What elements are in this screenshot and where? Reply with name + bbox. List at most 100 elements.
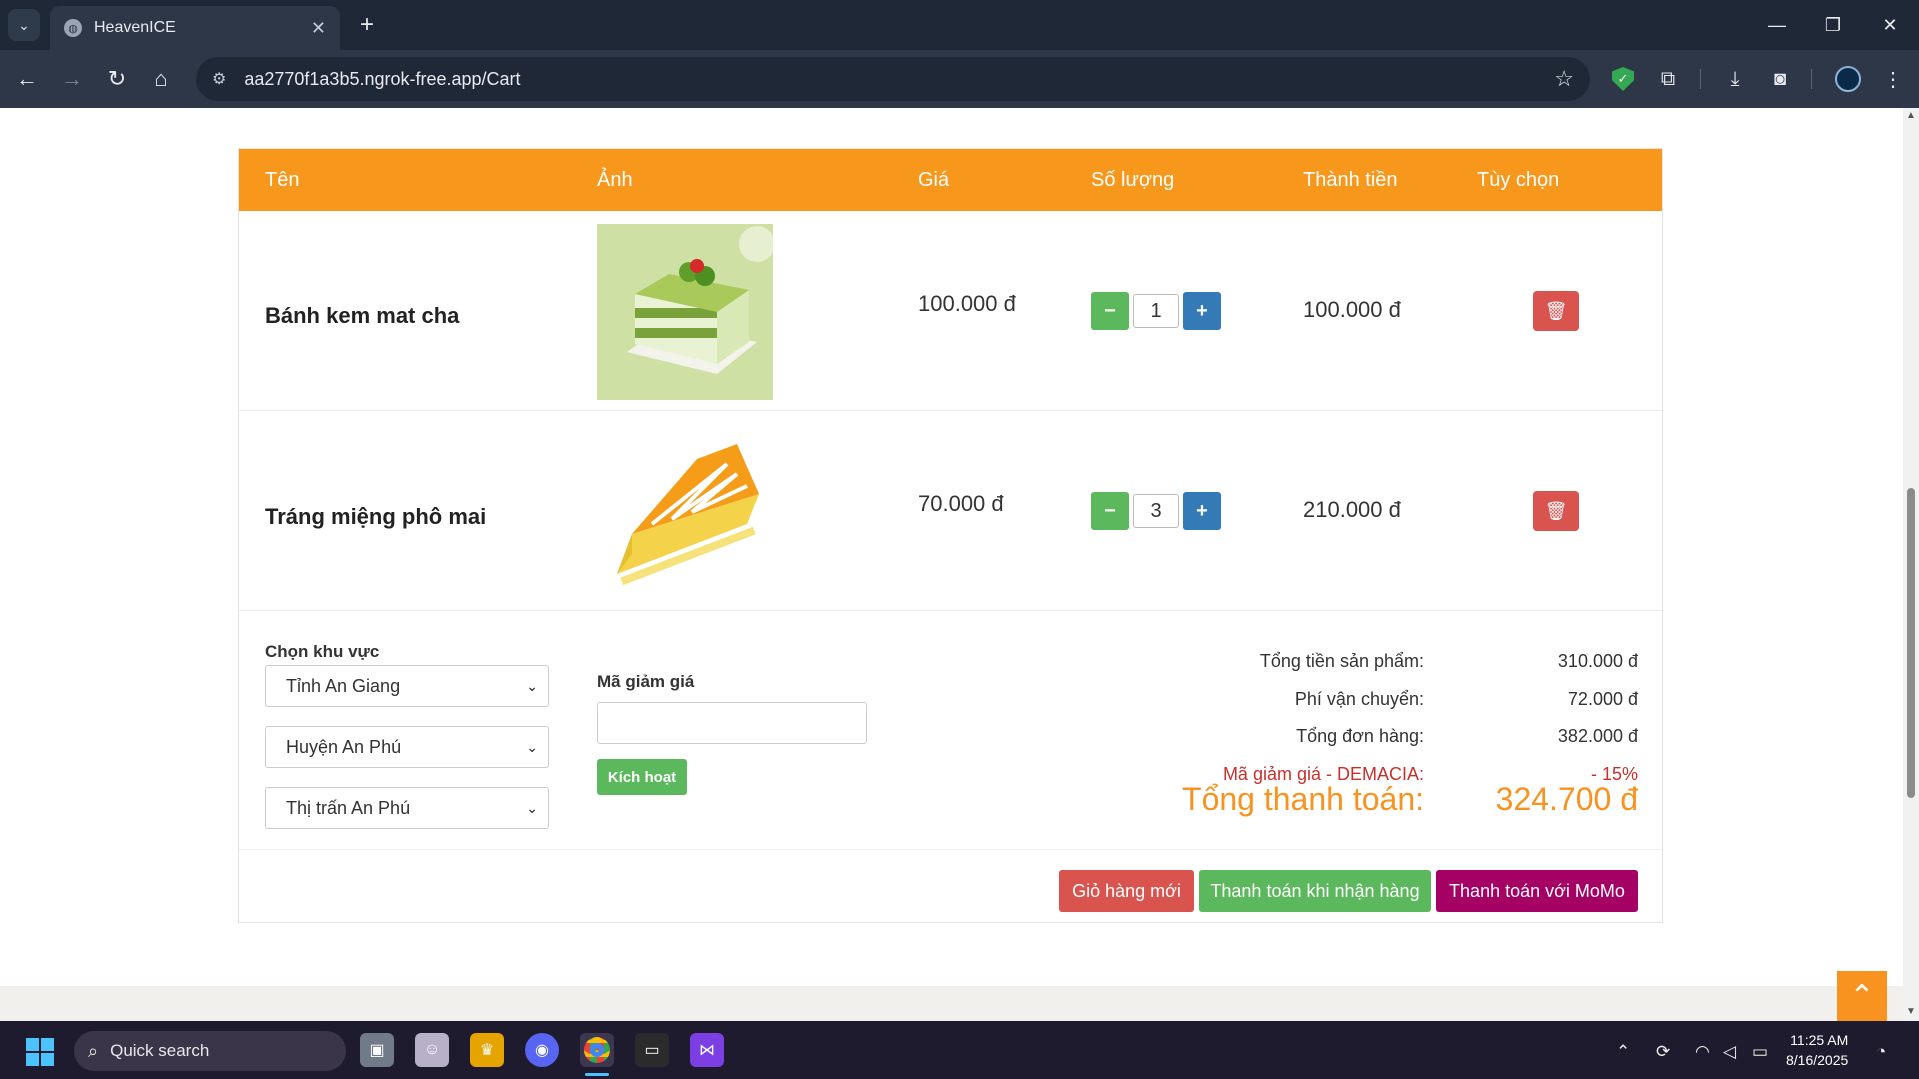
- globe-icon: ◍: [64, 19, 82, 37]
- grand-total-value: 324.700 đ: [1495, 781, 1638, 817]
- quantity-input[interactable]: 3: [1133, 494, 1179, 528]
- discord-icon[interactable]: ◉: [525, 1033, 559, 1067]
- province-selected-value: Tỉnh An Giang: [286, 675, 401, 696]
- clock-date: 8/16/2025: [1786, 1052, 1849, 1068]
- product-subtotal: 100.000 đ: [1303, 297, 1401, 322]
- cash-on-delivery-button[interactable]: Thanh toán khi nhận hàng: [1199, 870, 1431, 912]
- product-name: Tráng miệng phô mai: [265, 504, 487, 529]
- increase-quantity-button[interactable]: +: [1183, 292, 1221, 330]
- divider: [239, 849, 1662, 850]
- product-subtotal: 210.000 đ: [1303, 497, 1401, 522]
- voucher-label: Mã giảm giá: [597, 672, 695, 691]
- column-header-quantity: Số lượng: [1091, 169, 1175, 191]
- system-clock[interactable]: 11:25 AM 8/16/2025: [1786, 1030, 1848, 1070]
- close-tab-icon[interactable]: ✕: [311, 18, 326, 39]
- column-header-image: Ảnh: [597, 169, 633, 191]
- toolbar-divider: [1700, 69, 1701, 89]
- voucher-code-input[interactable]: [597, 702, 867, 744]
- back-to-top-button[interactable]: ⌃: [1837, 971, 1887, 1021]
- toolbar-divider: [1811, 69, 1812, 89]
- tab-title: HeavenICE: [94, 19, 176, 36]
- column-header-price: Giá: [918, 169, 950, 191]
- district-select[interactable]: Huyện An Phú ⌄: [265, 726, 549, 768]
- scrollbar-thumb[interactable]: [1907, 488, 1915, 798]
- address-bar[interactable]: ⚙ aa2770f1a3b5.ngrok-free.app/Cart ☆: [196, 57, 1590, 101]
- home-icon[interactable]: ⌂: [146, 64, 176, 94]
- download-icon[interactable]: ⤓: [1720, 64, 1750, 94]
- windows-start-icon[interactable]: [26, 1038, 54, 1066]
- reload-icon[interactable]: ↻: [102, 64, 132, 94]
- cart-header-row: Tên Ảnh Giá Số lượng Thành tiền Tùy chọn: [239, 149, 1662, 211]
- province-select[interactable]: Tỉnh An Giang ⌄: [265, 665, 549, 707]
- restore-icon[interactable]: ❐: [1818, 10, 1848, 40]
- active-app-indicator: [585, 1073, 609, 1076]
- volume-icon[interactable]: ◁: [1723, 1042, 1736, 1062]
- activate-voucher-button[interactable]: Kích hoạt: [597, 759, 687, 795]
- chevron-down-icon: ⌄: [526, 799, 538, 816]
- shipping-fee-value: 72.000 đ: [1567, 689, 1638, 709]
- chevron-down-icon: ⌄: [526, 738, 538, 755]
- close-window-icon[interactable]: ✕: [1875, 10, 1905, 40]
- table-row: Bánh kem mat cha 100.000 đ − 1 + 100.000…: [239, 211, 1662, 411]
- product-price: 100.000 đ: [918, 291, 1016, 316]
- back-arrow-icon[interactable]: ←: [12, 64, 42, 94]
- chrome-icon[interactable]: [580, 1033, 614, 1067]
- task-view-icon[interactable]: ▣: [360, 1033, 394, 1067]
- quick-search-box[interactable]: ⌕ Quick search: [74, 1031, 346, 1071]
- chevron-up-icon: ⌃: [1849, 979, 1875, 1013]
- browser-tab-bar: ⌄ ◍ HeavenICE ✕ + — ❐ ✕: [0, 0, 1919, 50]
- ward-select[interactable]: Thị trấn An Phú ⌄: [265, 787, 549, 829]
- minimize-icon[interactable]: —: [1762, 10, 1792, 40]
- url-text[interactable]: aa2770f1a3b5.ngrok-free.app/Cart: [244, 69, 1554, 90]
- product-price: 70.000 đ: [918, 491, 1004, 516]
- os-taskbar: ⌕ Quick search ▣ ☺ ♛ ◉ ▭ ⋈ ⌃ ⟳ ◠ ◁ ▭ 11:…: [0, 1021, 1919, 1079]
- extensions-puzzle-icon[interactable]: ⧉: [1653, 64, 1683, 94]
- tray-expand-chevron-icon[interactable]: ⌃: [1616, 1042, 1630, 1062]
- increase-quantity-button[interactable]: +: [1183, 492, 1221, 530]
- trash-icon: 🗑: [1544, 500, 1568, 521]
- column-header-options: Tùy chọn: [1477, 169, 1560, 191]
- scroll-up-arrow-icon[interactable]: ▲: [1906, 110, 1916, 121]
- column-header-subtotal: Thành tiền: [1303, 169, 1398, 191]
- order-total-value: 382.000 đ: [1557, 726, 1638, 746]
- profile-avatar-icon[interactable]: [1833, 64, 1863, 94]
- pay-with-momo-button[interactable]: Thanh toán với MoMo: [1436, 870, 1638, 912]
- crown-app-icon[interactable]: ♛: [470, 1033, 504, 1067]
- forward-arrow-icon[interactable]: →: [57, 64, 87, 94]
- district-selected-value: Huyện An Phú: [286, 736, 402, 757]
- notification-bell-icon[interactable]: ◔: [1876, 1042, 1886, 1062]
- site-settings-icon[interactable]: ⚙: [212, 69, 226, 89]
- table-row: Tráng miệng phô mai 70.000 đ − 3 + 210.0…: [239, 411, 1662, 611]
- browser-tab-active[interactable]: ◍ HeavenICE ✕: [50, 6, 340, 50]
- scroll-down-arrow-icon[interactable]: ▼: [1906, 1006, 1916, 1017]
- bookmark-star-icon[interactable]: ☆: [1554, 66, 1574, 92]
- new-tab-plus-icon[interactable]: +: [352, 10, 382, 40]
- anime-app-icon[interactable]: ☺: [415, 1033, 449, 1067]
- decrease-quantity-button[interactable]: −: [1091, 492, 1129, 530]
- products-total-label: Tổng tiền sản phẩm:: [1259, 651, 1424, 671]
- delete-item-button[interactable]: 🗑: [1533, 291, 1579, 331]
- search-icon: ⌕: [88, 1040, 99, 1061]
- sync-icon[interactable]: ⟳: [1656, 1042, 1670, 1062]
- adblock-shield-icon[interactable]: ✓: [1608, 64, 1638, 94]
- quantity-input[interactable]: 1: [1133, 294, 1179, 328]
- products-total-value: 310.000 đ: [1557, 651, 1638, 671]
- decrease-quantity-button[interactable]: −: [1091, 292, 1129, 330]
- cart-table: Tên Ảnh Giá Số lượng Thành tiền Tùy chọn…: [238, 148, 1663, 923]
- screenshot-icon[interactable]: ◙: [1765, 64, 1795, 94]
- tab-search-chevron-icon[interactable]: ⌄: [8, 9, 40, 41]
- battery-icon[interactable]: ▭: [1752, 1042, 1768, 1062]
- wifi-icon[interactable]: ◠: [1695, 1042, 1710, 1062]
- page-viewport: Tên Ảnh Giá Số lượng Thành tiền Tùy chọn…: [0, 108, 1903, 1021]
- page-scrollbar[interactable]: ▲ ▼: [1903, 108, 1919, 1021]
- terminal-icon[interactable]: ▭: [635, 1033, 669, 1067]
- product-image-cheesecake-slice: [597, 424, 773, 600]
- region-label: Chọn khu vực: [265, 642, 380, 661]
- delete-item-button[interactable]: 🗑: [1533, 491, 1579, 531]
- quick-search-label: Quick search: [110, 1041, 210, 1060]
- quantity-stepper: − 1 +: [1091, 292, 1221, 330]
- menu-kebab-icon[interactable]: ⋮: [1878, 64, 1908, 94]
- visual-studio-icon[interactable]: ⋈: [690, 1033, 724, 1067]
- chevron-down-icon: ⌄: [526, 677, 538, 694]
- new-cart-button[interactable]: Giỏ hàng mới: [1059, 870, 1194, 912]
